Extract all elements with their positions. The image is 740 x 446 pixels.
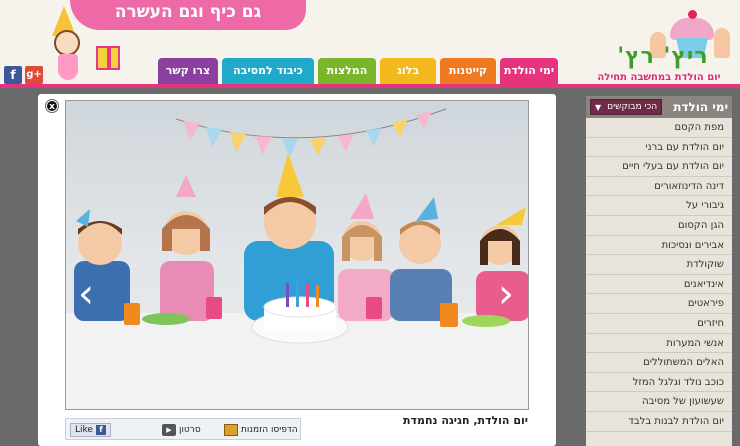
sidebar-list: מפת הקסם יום הולדת עם ברני יום הולדת עם … — [586, 118, 732, 432]
logo-name: ריץ' רץ' — [617, 44, 709, 69]
sidebar-header: ימי הולדת הכי מבוקשים ▼ — [586, 96, 732, 118]
sort-dropdown[interactable]: הכי מבוקשים ▼ — [590, 99, 663, 115]
video-label: סרטון — [179, 425, 201, 435]
photo-caption: יום הולדת, חגיגה נחמדת — [403, 414, 528, 427]
close-icon[interactable]: x — [46, 100, 58, 112]
sidebar-item[interactable]: גיבורי על — [586, 196, 732, 216]
sidebar-item[interactable]: שעשועון של מסיבה — [586, 392, 732, 412]
sidebar-item[interactable]: כוכב נולד וגלגל המזל — [586, 373, 732, 393]
tab-camps[interactable]: קייטנות — [440, 58, 496, 84]
social-links: f g+ — [4, 66, 43, 84]
like-label: Like — [75, 425, 93, 435]
sort-dropdown-value: הכי מבוקשים — [607, 102, 658, 112]
video-link[interactable]: סרטון ▶ — [162, 422, 201, 438]
sidebar-item[interactable]: הגן הקסום — [586, 216, 732, 236]
facebook-icon: f — [95, 425, 106, 435]
sidebar-item[interactable]: האלים המשתוללים — [586, 353, 732, 373]
gift-icon — [96, 46, 120, 70]
print-invitations-link[interactable]: הדפיסו הזמנות — [224, 422, 298, 438]
sidebar: ימי הולדת הכי מבוקשים ▼ מפת הקסם יום הול… — [586, 96, 732, 446]
gallery-photo: ‹ › — [65, 100, 529, 410]
sidebar-item[interactable]: אינדיאנים — [586, 275, 732, 295]
sidebar-item[interactable]: יום הולדת עם בעלי חיים — [586, 157, 732, 177]
sidebar-item[interactable]: שוקולדת — [586, 255, 732, 275]
sidebar-item[interactable]: פיראטים — [586, 294, 732, 314]
tab-contact[interactable]: צרו קשר — [158, 58, 218, 84]
chevron-down-icon: ▼ — [595, 102, 602, 112]
print-icon — [224, 424, 238, 436]
sidebar-item[interactable]: מפת הקסם — [586, 118, 732, 138]
sidebar-item[interactable]: יום הולדת עם ברני — [586, 138, 732, 158]
next-arrow-icon[interactable]: › — [498, 271, 514, 317]
sidebar-item[interactable]: חיזרים — [586, 314, 732, 334]
tab-recommendations[interactable]: המלצות — [318, 58, 376, 84]
banner-text: גם כיף וגם העשרה — [114, 2, 262, 22]
facebook-like-button[interactable]: f Like — [70, 422, 111, 438]
sidebar-item[interactable]: דינה הדינוזאורים — [586, 177, 732, 197]
video-icon: ▶ — [162, 424, 176, 436]
sidebar-title: ימי הולדת — [673, 100, 728, 114]
main-nav: ימי הולדת קייטנות בלוג המלצות כיבוד למסי… — [158, 58, 558, 84]
facebook-icon[interactable]: f — [4, 66, 22, 84]
sidebar-item[interactable]: אנשי המערות — [586, 334, 732, 354]
print-label: הדפיסו הזמנות — [241, 425, 298, 435]
share-bar: f Like סרטון ▶ הדפיסו הזמנות — [65, 418, 301, 440]
tab-birthdays[interactable]: ימי הולדת — [500, 58, 558, 84]
logo-tagline: יום הולדת במחשבה תחילה — [597, 72, 721, 83]
nav-underline — [0, 84, 740, 88]
prev-arrow-icon[interactable]: ‹ — [78, 271, 94, 317]
tab-blog[interactable]: בלוג — [380, 58, 436, 84]
sidebar-item[interactable]: אבירים ונסיכות — [586, 236, 732, 256]
tab-party-food[interactable]: כיבוד למסיבה — [222, 58, 314, 84]
google-plus-icon[interactable]: g+ — [25, 66, 43, 84]
site-logo[interactable]: ריץ' רץ' יום הולדת במחשבה תחילה — [580, 6, 738, 84]
sidebar-item[interactable]: יום הולדת לבנות בלבד — [586, 412, 732, 432]
party-girl-illustration — [44, 4, 114, 82]
